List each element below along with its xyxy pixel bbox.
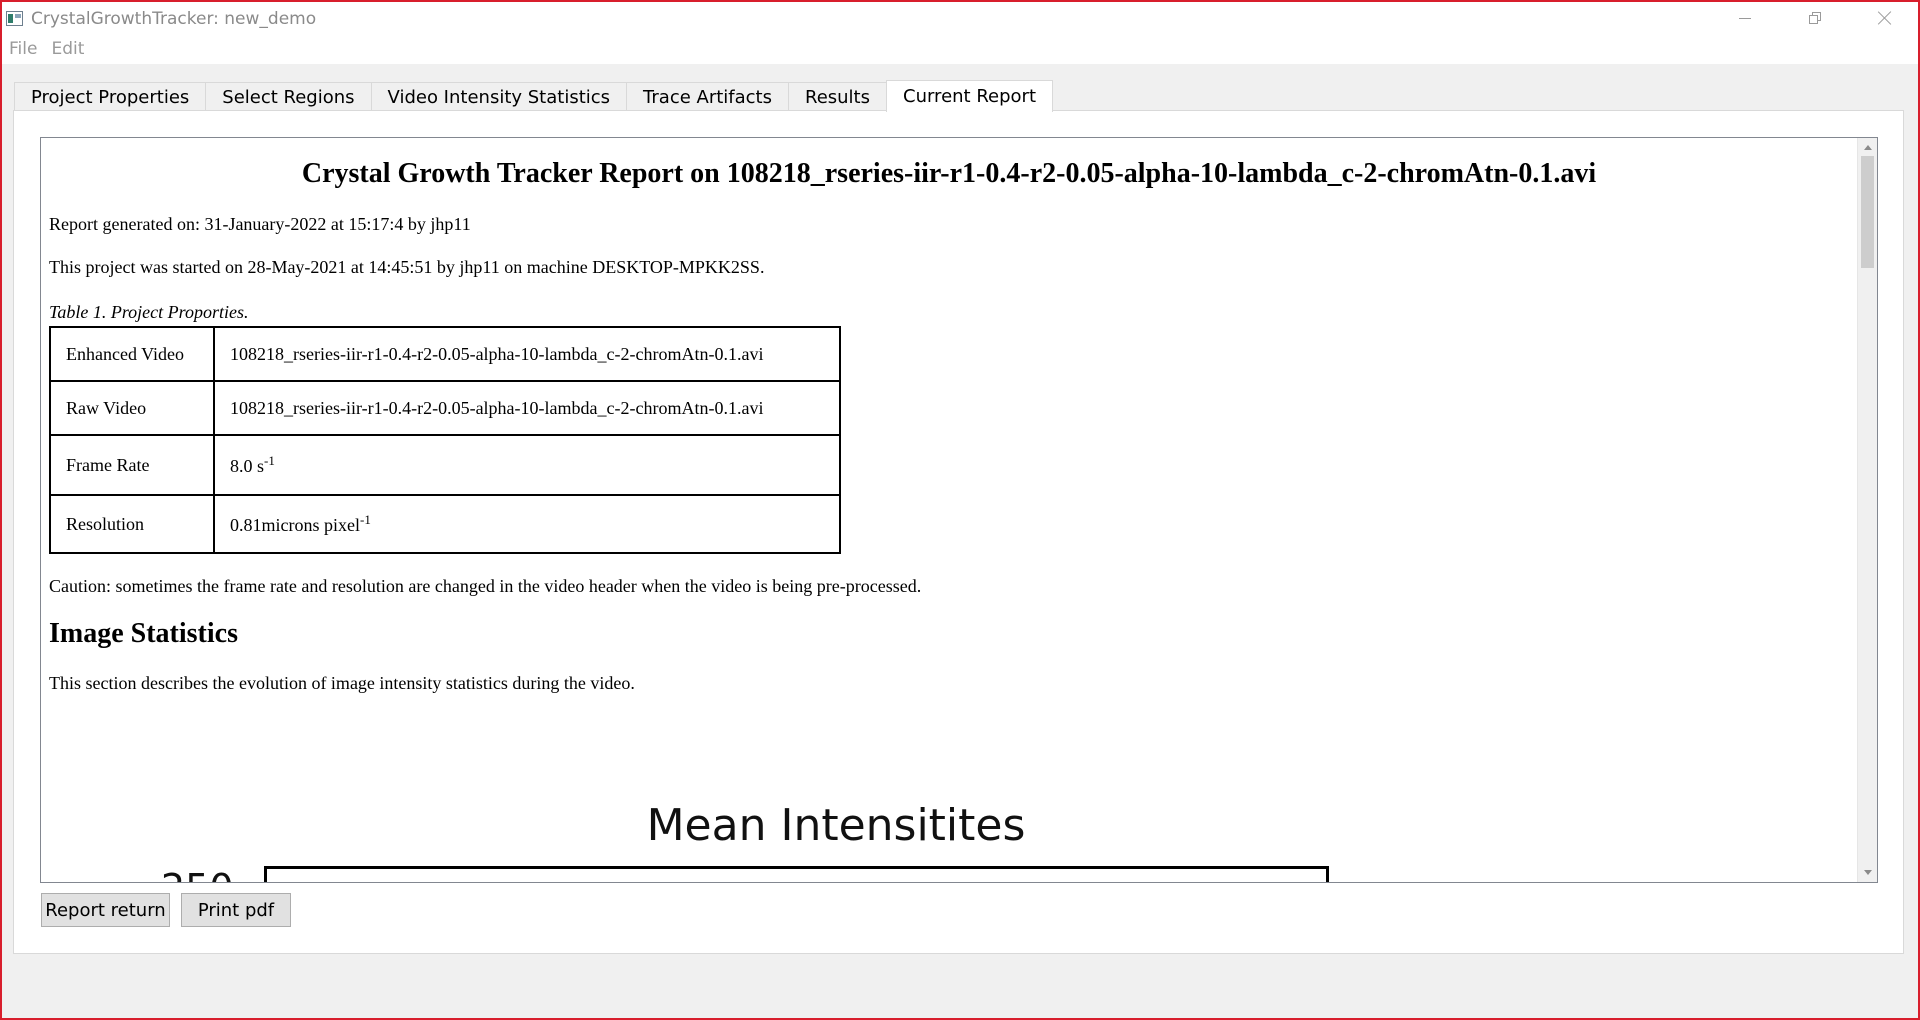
tab-select-regions[interactable]: Select Regions [205,82,371,112]
minimize-button[interactable] [1710,2,1780,34]
vertical-scrollbar[interactable] [1857,138,1877,882]
section-description: This section describes the evolution of … [49,673,635,693]
property-value-text: 108218_rseries-iir-r1-0.4-r2-0.05-alpha-… [230,343,764,364]
table-row: Raw Video 108218_rseries-iir-r1-0.4-r2-0… [49,380,841,436]
scroll-down-icon[interactable] [1864,870,1872,875]
table-row: Enhanced Video 108218_rseries-iir-r1-0.4… [49,326,841,382]
restore-button[interactable] [1780,2,1850,34]
property-key: Resolution [49,494,215,554]
menu-file[interactable]: File [2,39,44,59]
tab-current-report[interactable]: Current Report [886,80,1053,112]
project-started-line: This project was started on 28-May-2021 … [49,257,765,277]
property-key: Raw Video [49,380,215,436]
report-document: Crystal Growth Tracker Report on 108218_… [41,138,1857,882]
app-icon [6,11,23,26]
chart-axes-frame [264,866,1329,882]
scroll-thumb[interactable] [1861,156,1874,268]
table-row: Frame Rate 8.0 s-1 [49,434,841,496]
property-value: 108218_rseries-iir-r1-0.4-r2-0.05-alpha-… [213,326,841,382]
section-title: Image Statistics [49,618,238,649]
property-value: 8.0 s-1 [213,434,841,496]
property-key: Enhanced Video [49,326,215,382]
chart-title: Mean Intensitites [646,800,1026,851]
property-value-text: 108218_rseries-iir-r1-0.4-r2-0.05-alpha-… [230,397,764,418]
project-properties-table: Enhanced Video 108218_rseries-iir-r1-0.4… [49,326,841,554]
property-value: 0.81microns pixel-1 [213,494,841,554]
close-icon [1878,11,1892,25]
property-value-text: 0.81microns pixel [230,515,360,535]
unit-exponent: -1 [359,512,371,527]
table-caption: Table 1. Project Proporties. [49,302,249,322]
report-heading: Crystal Growth Tracker Report on 108218_… [301,158,1597,189]
report-return-button[interactable]: Report return [41,893,170,927]
print-pdf-button[interactable]: Print pdf [181,893,291,927]
report-generated-line: Report generated on: 31-January-2022 at … [49,214,471,234]
minimize-icon [1739,17,1751,19]
unit-exponent: -1 [264,453,275,468]
tab-results[interactable]: Results [788,82,886,112]
menu-bar: File Edit [2,34,1918,64]
chart-tick-label: 250 [161,866,234,882]
tab-project-properties[interactable]: Project Properties [14,82,206,112]
title-bar: CrystalGrowthTracker: new_demo [2,2,1918,34]
property-value: 108218_rseries-iir-r1-0.4-r2-0.05-alpha-… [213,380,841,436]
tab-trace-artifacts[interactable]: Trace Artifacts [626,82,788,112]
report-viewer[interactable]: Crystal Growth Tracker Report on 108218_… [40,137,1878,883]
property-value-text: 8.0 s [230,456,265,476]
restore-icon [1809,12,1821,24]
close-button[interactable] [1850,2,1920,34]
menu-edit[interactable]: Edit [44,39,91,59]
property-key: Frame Rate [49,434,215,496]
window-title: CrystalGrowthTracker: new_demo [31,9,317,29]
tab-video-intensity-statistics[interactable]: Video Intensity Statistics [370,82,627,112]
tab-bar: Project Properties Select Regions Video … [14,80,1053,112]
caution-note: Caution: sometimes the frame rate and re… [49,576,922,596]
table-row: Resolution 0.81microns pixel-1 [49,494,841,554]
scroll-up-icon[interactable] [1864,145,1872,150]
